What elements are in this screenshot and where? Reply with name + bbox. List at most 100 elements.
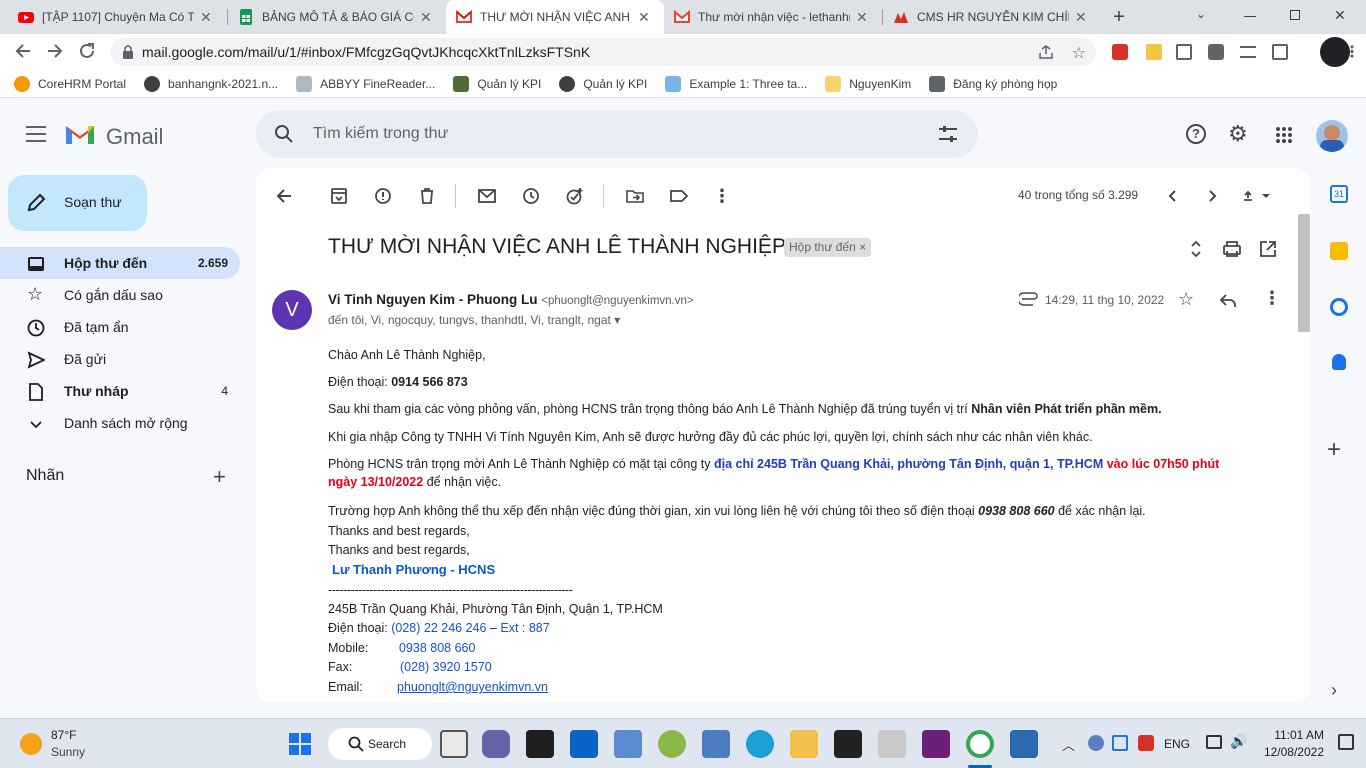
- bookmark-star-icon[interactable]: ☆: [1072, 43, 1086, 63]
- scrollbar-thumb[interactable]: [1298, 214, 1310, 332]
- nav-drafts[interactable]: Thư nháp 4: [0, 375, 240, 407]
- main-menu-icon[interactable]: [26, 126, 46, 142]
- label-icon[interactable]: [669, 186, 689, 206]
- nav-more[interactable]: Danh sách mở rộng: [0, 407, 240, 439]
- tab-cms[interactable]: CMS HR NGUYỄN KIM CHÍNH ✕: [883, 0, 1101, 34]
- compose-button[interactable]: Soạn thư: [8, 175, 147, 231]
- sticky-notes-icon[interactable]: [834, 730, 862, 758]
- tray-icon[interactable]: [1138, 735, 1154, 751]
- clock-time[interactable]: 11:01 AM: [1262, 728, 1324, 742]
- inbox-label-chip[interactable]: Hộp thư đến ×: [784, 238, 872, 257]
- recipients-line[interactable]: đến tôi, Vi, ngocquy, tungvs, thanhdtl, …: [328, 313, 620, 327]
- close-icon[interactable]: ✕: [856, 9, 872, 26]
- more-options-icon[interactable]: ⋮: [1263, 288, 1281, 309]
- chevron-down-icon[interactable]: ▾: [614, 313, 620, 327]
- remove-label-icon[interactable]: ×: [859, 240, 866, 254]
- bookmark-item[interactable]: Quản lý KPI: [559, 72, 647, 96]
- language-indicator[interactable]: ENG: [1164, 737, 1190, 751]
- nav-sent[interactable]: Đã gửi: [0, 343, 240, 375]
- taskbar-search[interactable]: Search: [328, 728, 432, 760]
- extension-icon[interactable]: [1176, 44, 1192, 60]
- newer-icon[interactable]: [1163, 186, 1183, 206]
- tab-search-icon[interactable]: ⌄: [1196, 7, 1206, 21]
- expand-all-icon[interactable]: [1186, 239, 1206, 259]
- new-tab-button[interactable]: +: [1108, 6, 1130, 28]
- extension-icon[interactable]: [1146, 44, 1162, 60]
- sender-avatar[interactable]: V: [272, 290, 312, 330]
- delete-icon[interactable]: [417, 186, 437, 206]
- back-icon[interactable]: [14, 42, 32, 60]
- search-bar[interactable]: Tìm kiếm trong thư: [256, 110, 978, 158]
- bookmark-folder[interactable]: NguyenKim: [825, 72, 911, 96]
- snooze-icon[interactable]: [521, 186, 541, 206]
- add-to-tasks-icon[interactable]: [565, 186, 585, 206]
- reload-icon[interactable]: [78, 42, 96, 60]
- tray-icon[interactable]: [1112, 735, 1128, 751]
- sender-name[interactable]: Vi Tinh Nguyen Kim - Phuong Lu: [328, 292, 538, 307]
- help-icon[interactable]: ?: [1186, 124, 1206, 144]
- close-icon[interactable]: ✕: [200, 9, 216, 26]
- search-input[interactable]: Tìm kiếm trong thư: [313, 125, 448, 143]
- weather-temp[interactable]: 87°F: [51, 728, 76, 742]
- back-arrow-icon[interactable]: [274, 186, 294, 206]
- share-icon[interactable]: [1038, 44, 1054, 60]
- file-explorer-icon[interactable]: [790, 730, 818, 758]
- filter-options-icon[interactable]: [938, 124, 958, 144]
- bookmark-item[interactable]: banhangnk-2021.n...: [144, 72, 278, 96]
- tab-youtube[interactable]: [TẬP 1107] Chuyện Ma Có Thật ✕: [8, 0, 226, 34]
- notepad-icon[interactable]: [1010, 730, 1038, 758]
- nav-inbox[interactable]: Hộp thư đến 2.659: [0, 247, 240, 279]
- star-icon[interactable]: ☆: [1178, 289, 1194, 310]
- more-options-icon[interactable]: ⋮: [712, 186, 732, 206]
- remote-desktop-icon[interactable]: [614, 730, 642, 758]
- forward-icon[interactable]: [46, 42, 64, 60]
- keep-icon[interactable]: [1330, 242, 1348, 260]
- open-new-window-icon[interactable]: [1258, 239, 1278, 259]
- menu-icon[interactable]: ⋮: [1344, 42, 1360, 62]
- bookmark-item[interactable]: Đăng ký phòng họp: [929, 72, 1057, 96]
- close-icon[interactable]: ✕: [638, 9, 654, 26]
- calendar-icon[interactable]: 31: [1330, 185, 1348, 203]
- network-icon[interactable]: [1206, 735, 1222, 749]
- tab-sheets[interactable]: BẢNG MÔ TẢ & BÁO GIÁ CÔNG ✕: [228, 0, 446, 34]
- tab-gmail-2[interactable]: Thư mời nhận việc - lethanhng ✕: [664, 0, 882, 34]
- tasks-icon[interactable]: [1330, 298, 1348, 316]
- bookmark-item[interactable]: Example 1: Three ta...: [665, 72, 807, 96]
- task-view-icon[interactable]: [440, 730, 468, 758]
- sun-icon[interactable]: [20, 733, 42, 755]
- terminal-icon[interactable]: [526, 730, 554, 758]
- extension-icon[interactable]: [1112, 44, 1128, 60]
- older-icon[interactable]: [1202, 186, 1222, 206]
- get-addons-button[interactable]: +: [1327, 436, 1341, 464]
- bookmark-item[interactable]: ABBYY FineReader...: [296, 72, 435, 96]
- close-icon[interactable]: ✕: [1075, 9, 1091, 26]
- nav-starred[interactable]: ☆ Có gắn dấu sao: [0, 279, 240, 311]
- input-tools-icon[interactable]: [1238, 186, 1274, 206]
- search-icon[interactable]: [274, 124, 294, 144]
- volume-icon[interactable]: 🔊: [1230, 733, 1247, 750]
- settings-gear-icon[interactable]: ⚙: [1228, 123, 1248, 145]
- app-icon[interactable]: [658, 730, 686, 758]
- reading-list-icon[interactable]: [1240, 46, 1256, 58]
- tray-icon[interactable]: [1088, 735, 1104, 751]
- report-spam-icon[interactable]: [373, 186, 393, 206]
- add-label-button[interactable]: +: [213, 464, 226, 490]
- notifications-icon[interactable]: [1338, 734, 1354, 750]
- move-to-icon[interactable]: [625, 186, 645, 206]
- bookmark-item[interactable]: Quản lý KPI: [453, 72, 541, 96]
- app-icon[interactable]: [702, 730, 730, 758]
- side-panel-icon[interactable]: [1272, 44, 1288, 60]
- puzzle-icon[interactable]: [1208, 44, 1224, 60]
- chrome-icon[interactable]: [966, 730, 994, 758]
- restore-button[interactable]: [1290, 10, 1300, 20]
- visual-studio-icon[interactable]: [922, 730, 950, 758]
- tab-gmail-active[interactable]: THƯ MỜI NHẬN VIỆC ANH LÊ ✕: [446, 0, 664, 34]
- archive-icon[interactable]: [329, 186, 349, 206]
- edge-icon[interactable]: [746, 730, 774, 758]
- nav-snoozed[interactable]: Đã tạm ẩn: [0, 311, 240, 343]
- snipping-tool-icon[interactable]: [878, 730, 906, 758]
- email-link[interactable]: phuonglt@nguyenkimvn.vn: [397, 678, 548, 696]
- mark-unread-icon[interactable]: [477, 186, 497, 206]
- account-avatar[interactable]: [1316, 120, 1348, 152]
- reply-icon[interactable]: [1218, 292, 1238, 310]
